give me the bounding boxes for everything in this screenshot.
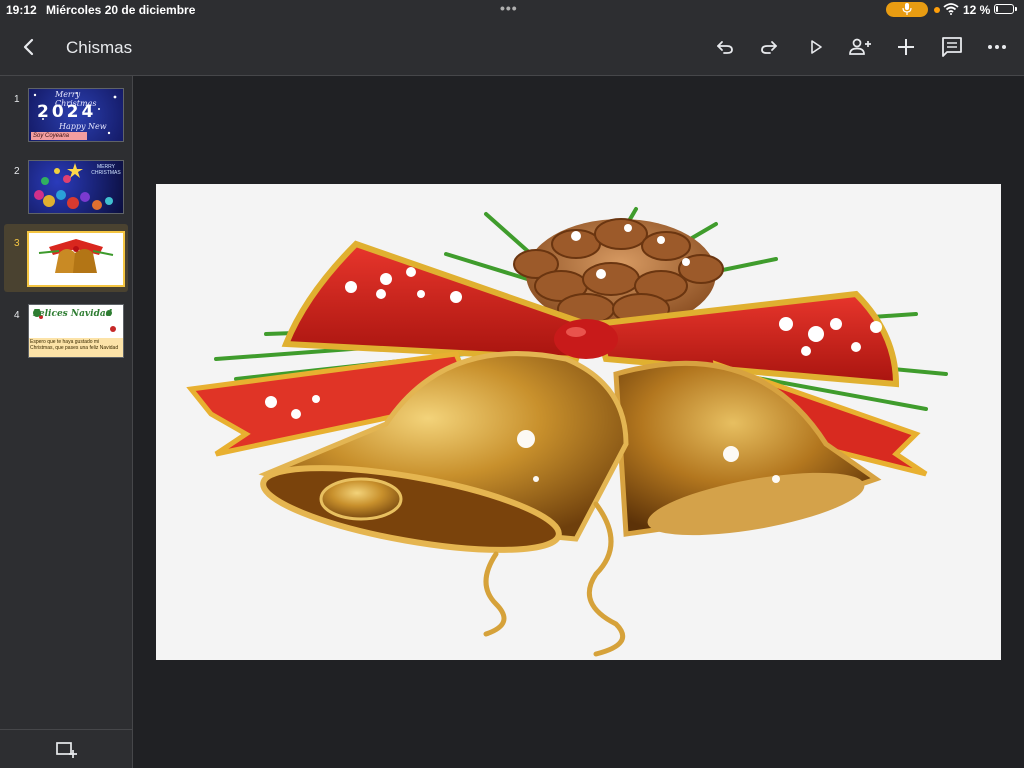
wifi-icon (943, 3, 959, 15)
status-time: 19:12 (6, 3, 37, 17)
slide-preview: Merry Christmas 2024 Happy New Year Soy … (28, 88, 124, 142)
status-date: Miércoles 20 de diciembre (46, 3, 196, 17)
slide-preview: Felices Navidad Espero que te haya gusta… (28, 304, 124, 358)
christmas-bells-image[interactable] (156, 184, 1001, 660)
comment-icon (942, 37, 962, 57)
slide-number: 4 (14, 310, 20, 321)
more-options-button[interactable] (984, 34, 1010, 60)
presentation-title[interactable]: Chismas (66, 38, 132, 58)
battery-icon (994, 4, 1017, 14)
slide-filmstrip: 1 Merry Christmas 2024 Happy New Year So… (0, 76, 133, 768)
slide-banner-text: Felices Navidad (33, 309, 112, 319)
comments-button[interactable] (939, 34, 965, 60)
undo-icon (717, 41, 733, 54)
add-person-icon (849, 38, 871, 55)
slide-label: MERRY CHRISTMAS (91, 164, 121, 176)
slide-thumbnail-4[interactable]: 4 Felices Navidad Espero que te haya gus… (4, 296, 128, 364)
current-slide-canvas[interactable] (156, 184, 1001, 660)
microphone-indicator (886, 2, 928, 17)
add-icon (898, 39, 914, 55)
microphone-icon (902, 3, 912, 15)
redo-button[interactable] (756, 34, 782, 60)
multitasking-dots[interactable]: ••• (500, 0, 518, 16)
back-arrow-icon[interactable] (18, 36, 40, 58)
share-button[interactable] (847, 34, 873, 60)
slide-number: 2 (14, 166, 20, 177)
battery-percent: 12 % (963, 3, 991, 17)
slide-preview (27, 231, 125, 287)
play-icon (811, 40, 822, 54)
undo-button[interactable] (712, 34, 738, 60)
recording-dot (934, 7, 940, 13)
battery-nub (1015, 7, 1017, 11)
redo-icon (761, 41, 777, 54)
status-bar: 19:12 Miércoles 20 de diciembre ••• 12 % (0, 0, 1024, 20)
top-toolbar: Chismas (0, 20, 1024, 76)
slide-thumbnail-1[interactable]: 1 Merry Christmas 2024 Happy New Year So… (4, 80, 128, 148)
present-button[interactable] (803, 34, 829, 60)
insert-button[interactable] (893, 34, 919, 60)
slide-number: 1 (14, 94, 20, 105)
more-icon (988, 45, 1006, 49)
slide-message: Espero que te haya gustado mi Christmas,… (29, 338, 123, 357)
snowflake-decoration (33, 92, 117, 135)
slide-thumbnail-3[interactable]: 3 (4, 224, 128, 292)
battery-level (996, 6, 998, 12)
sidebar-footer (0, 729, 132, 768)
slide-thumbnail-2[interactable]: 2 MERRY CHRISTMAS (4, 152, 128, 220)
slide-editor (133, 76, 1024, 768)
bells-thumbnail (38, 239, 114, 273)
add-slide-icon[interactable] (55, 738, 77, 760)
slide-number: 3 (14, 238, 20, 249)
slide-preview: MERRY CHRISTMAS (28, 160, 124, 214)
